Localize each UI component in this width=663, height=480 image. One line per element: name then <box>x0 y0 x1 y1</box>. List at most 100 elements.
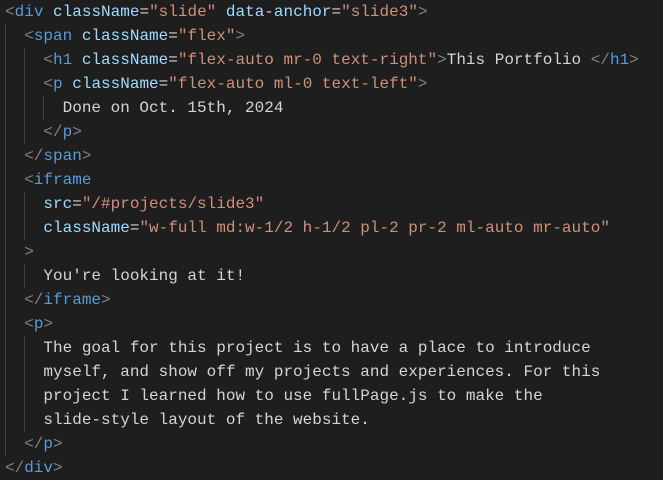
code-token-punc: </ <box>43 123 63 141</box>
indent-guide <box>5 408 6 432</box>
code-token-tag: div <box>14 3 44 21</box>
code-line[interactable]: src="/#projects/slide3" <box>0 192 663 216</box>
code-line[interactable]: </div> <box>0 456 663 480</box>
code-line[interactable]: <iframe <box>0 168 663 192</box>
code-token-eq: = <box>72 195 82 213</box>
code-line[interactable]: Done on Oct. 15th, 2024 <box>0 96 663 120</box>
code-token-tag: div <box>24 459 54 477</box>
code-line[interactable]: myself, and show off my projects and exp… <box>0 360 663 384</box>
indent-guide <box>5 432 6 456</box>
code-token-eq: = <box>168 51 178 69</box>
code-token-punc: </ <box>5 459 25 477</box>
indent-guide <box>5 72 6 96</box>
code-line[interactable]: className="w-full md:w-1/2 h-1/2 pl-2 pr… <box>0 216 663 240</box>
code-token-attr: className <box>72 75 159 93</box>
code-line[interactable]: slide-style layout of the website. <box>0 408 663 432</box>
code-token-punc: > <box>53 459 63 477</box>
indent-guide <box>5 24 6 48</box>
code-token-punc: > <box>53 435 63 453</box>
code-token-attr: className <box>43 219 130 237</box>
code-token-text: The goal for this project is to have a p… <box>43 339 591 357</box>
indent-guide <box>5 384 6 408</box>
code-token-str: "slide3" <box>341 3 418 21</box>
indent-guide <box>5 360 6 384</box>
indent-guide <box>5 312 6 336</box>
code-token-punc: > <box>417 3 428 21</box>
code-token-str: "flex-auto ml-0 text-left" <box>168 75 418 93</box>
code-token-text: This Portfolio <box>446 51 591 69</box>
code-token-punc: < <box>24 315 34 333</box>
code-line[interactable]: <span className="flex"> <box>0 24 663 48</box>
code-line[interactable]: > <box>0 240 663 264</box>
code-token-eq: = <box>331 3 342 21</box>
code-token-tag: h1 <box>53 51 73 69</box>
code-token-eq: = <box>139 3 150 21</box>
indent-guide <box>5 48 6 72</box>
indent-guide <box>5 168 6 192</box>
code-line[interactable]: <p className="flex-auto ml-0 text-left"> <box>0 72 663 96</box>
code-token-tag: p <box>43 435 54 453</box>
code-token-punc: < <box>5 3 15 21</box>
indent-guide <box>24 360 26 384</box>
code-token-punc: </ <box>590 51 610 69</box>
code-token-punc: > <box>437 51 447 69</box>
code-line[interactable]: <div className="slide" data-anchor="slid… <box>0 0 663 24</box>
indent-guide <box>5 288 6 312</box>
code-token-punc: < <box>24 171 34 189</box>
code-line[interactable]: </p> <box>0 432 663 456</box>
indent-guide <box>5 216 6 240</box>
code-editor[interactable]: <div className="slide" data-anchor="slid… <box>0 0 663 480</box>
indent-guide <box>5 120 6 144</box>
code-token-attr: className <box>81 51 169 69</box>
indent-guide <box>5 240 6 264</box>
indent-guide <box>5 144 6 168</box>
code-token-attr: className <box>53 3 140 21</box>
code-token-text: You're looking at it! <box>43 267 246 285</box>
code-token-str: "/#projects/slide3" <box>81 195 265 213</box>
code-token-punc: > <box>101 291 111 309</box>
code-token-str: "slide" <box>149 3 217 21</box>
code-token-eq: = <box>129 219 140 237</box>
indent-guide <box>24 408 26 432</box>
code-token-punc: > <box>81 147 92 165</box>
code-line[interactable]: </iframe> <box>0 288 663 312</box>
code-token-tag: p <box>53 75 63 93</box>
code-token-punc: > <box>235 27 246 45</box>
code-line[interactable]: <p> <box>0 312 663 336</box>
code-token-punc: > <box>72 123 82 141</box>
code-token-tag: iframe <box>33 171 92 189</box>
indent-guide <box>24 120 26 144</box>
code-token-punc: </ <box>24 291 44 309</box>
code-token-punc: > <box>24 243 34 261</box>
code-token-text: project I learned how to use fullPage.js… <box>43 387 543 405</box>
code-token-punc: > <box>417 75 428 93</box>
code-line[interactable]: The goal for this project is to have a p… <box>0 336 663 360</box>
indent-guide <box>24 336 26 360</box>
code-line[interactable]: </p> <box>0 120 663 144</box>
code-line[interactable]: project I learned how to use fullPage.js… <box>0 384 663 408</box>
code-token-tag: p <box>62 123 73 141</box>
code-token-punc: < <box>24 27 34 45</box>
indent-guide <box>24 48 26 72</box>
code-token-eq: = <box>158 75 169 93</box>
code-token-tag: p <box>33 315 44 333</box>
code-line[interactable]: You're looking at it! <box>0 264 663 288</box>
code-token-tag: iframe <box>43 291 102 309</box>
indent-guide <box>24 216 26 240</box>
indent-guide <box>5 336 6 360</box>
code-line[interactable]: </span> <box>0 144 663 168</box>
code-token-text: Done on Oct. 15th, 2024 <box>62 99 284 117</box>
code-token-punc: </ <box>24 147 44 165</box>
code-token-punc: > <box>43 315 54 333</box>
code-token-text: myself, and show off my projects and exp… <box>43 363 601 381</box>
code-token-text: slide-style layout of the website. <box>43 411 370 429</box>
code-line[interactable]: <h1 className="flex-auto mr-0 text-right… <box>0 48 663 72</box>
code-token-punc: < <box>43 75 54 93</box>
code-token-punc: < <box>43 51 54 69</box>
indent-guide <box>24 384 26 408</box>
code-token-punc: > <box>629 51 639 69</box>
indent-guide <box>5 192 6 216</box>
